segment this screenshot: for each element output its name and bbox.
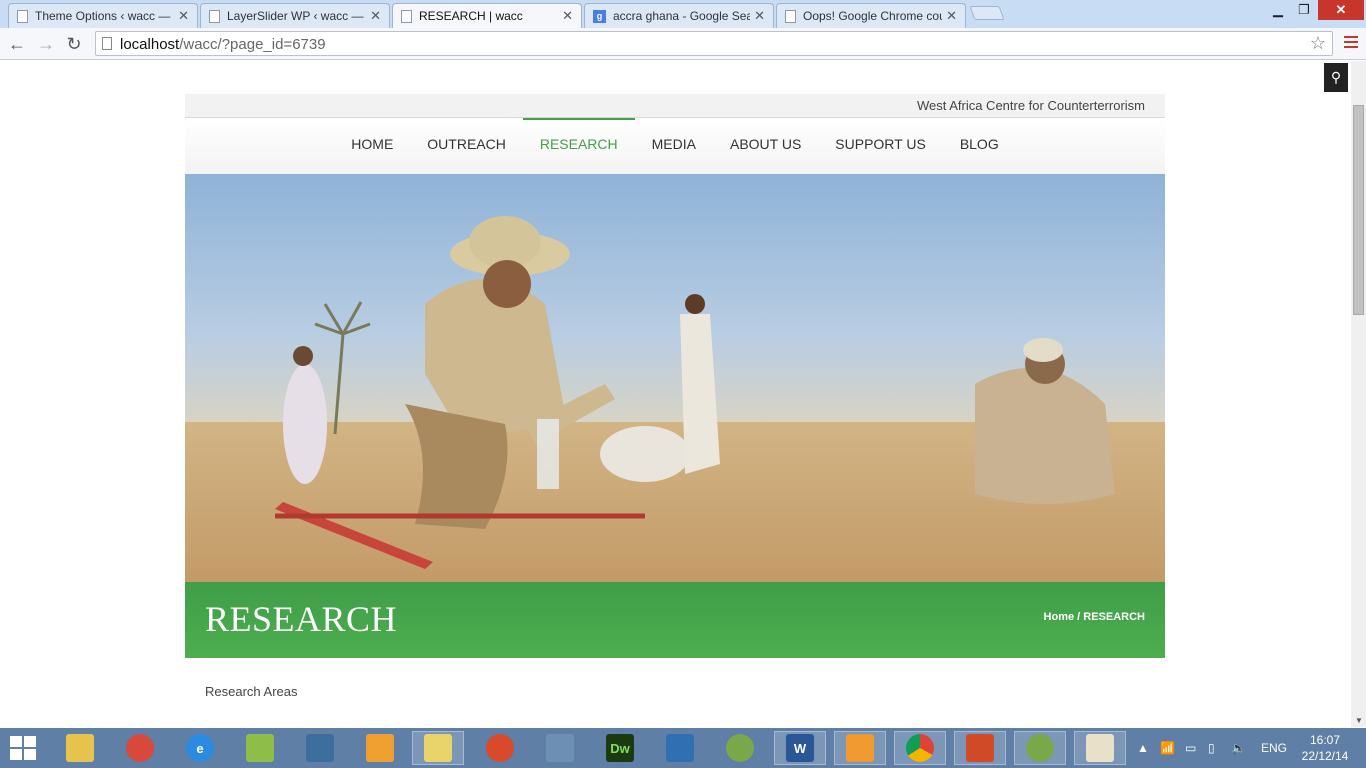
content-heading: Research Areas [205,684,298,699]
system-clock[interactable]: 16:07 22/12/14 [1296,732,1354,764]
search-icon[interactable]: ⚲ [1324,63,1348,92]
nav-outreach[interactable]: OUTREACH [410,118,523,174]
tab-title: Oops! Google Chrome cou [803,9,943,23]
breadcrumb[interactable]: Home / RESEARCH [1044,611,1145,623]
tab-title: accra ghana - Google Sear [613,9,751,23]
language-indicator[interactable]: ENG [1261,728,1287,768]
page-title-bar: RESEARCH Home / RESEARCH [185,582,1165,658]
avatar-app-icon[interactable] [354,731,406,765]
nav-support-us[interactable]: SUPPORT US [818,118,943,174]
site-wrapper: West Africa Centre for Counterterrorism … [185,94,1165,699]
url-path: /wacc/?page_id=6739 [179,36,326,53]
forward-icon[interactable]: → [35,33,57,55]
page-content: Research Areas [185,658,1165,699]
tab-layerslider[interactable]: LayerSlider WP ‹ wacc — V ✕ [200,3,390,28]
site-tagline: West Africa Centre for Counterterrorism [185,94,1165,118]
calculator-icon[interactable] [534,731,586,765]
url-text[interactable]: localhost/wacc/?page_id=6739 [120,36,326,53]
show-hidden-icons[interactable]: ▲ [1137,728,1149,768]
windows-start-icon[interactable] [10,736,38,760]
browser-tab-bar: Theme Options ‹ wacc — ✕ LayerSlider WP … [0,0,1366,28]
page-scrollbar[interactable]: ▼ [1351,61,1366,727]
nav-blog[interactable]: BLOG [943,118,1016,174]
hero-figures [275,216,1115,569]
page-icon [17,9,28,23]
page-icon [209,9,220,23]
close-tab-icon[interactable]: ✕ [754,8,765,24]
paint-camera-icon[interactable] [114,731,166,765]
android-studio-icon-2[interactable] [1014,731,1066,765]
minimize-button[interactable]: ▁ [1266,0,1290,20]
tab-title: Theme Options ‹ wacc — [35,9,171,23]
reload-icon[interactable]: ↻ [63,33,85,55]
page-viewport: West Africa Centre for Counterterrorism … [0,61,1351,727]
clock-time: 16:07 [1309,733,1341,747]
volume-icon[interactable]: 🔈 [1231,728,1246,768]
nav-home[interactable]: HOME [334,118,410,174]
dreamweaver-icon[interactable]: Dw [594,731,646,765]
hero-image [185,174,1165,582]
nav-research[interactable]: RESEARCH [522,118,635,174]
internet-explorer-icon[interactable]: e [174,731,226,765]
page-icon [102,37,112,50]
browser-toolbar: ← → ↻ localhost/wacc/?page_id=6739 ☆ [0,28,1366,60]
firefox-icon[interactable] [474,731,526,765]
network-icon[interactable]: 📶 [1160,728,1175,768]
page-title: RESEARCH [205,599,398,639]
bookmark-star-icon[interactable]: ☆ [1310,33,1326,54]
tab-google-search[interactable]: g accra ghana - Google Sear ✕ [584,3,774,28]
google-icon: g [593,9,606,23]
url-host: localhost [120,36,180,53]
android-studio-icon[interactable] [714,731,766,765]
folder-icon[interactable] [412,731,464,765]
nav-media[interactable]: MEDIA [635,118,713,174]
word-icon[interactable]: W [774,731,826,765]
chrome-menu-icon[interactable] [1344,36,1358,51]
dreamweaver-label: Dw [606,734,634,762]
clock-date: 22/12/14 [1301,749,1349,763]
box-app-icon[interactable] [654,731,706,765]
scrollbar-thumb[interactable] [1353,105,1364,315]
windows-taskbar: e Dw W ▲ 📶 ▭ ▯ 🔈 ENG 16:07 22/12/14 [0,728,1366,768]
page-icon [785,9,796,23]
scroll-down-icon[interactable]: ▼ [1355,716,1363,725]
tab-title: LayerSlider WP ‹ wacc — V [227,9,367,23]
restore-button[interactable]: ❐ [1292,0,1316,20]
close-tab-icon[interactable]: ✕ [946,8,957,24]
back-icon[interactable]: ← [6,33,28,55]
page-icon [401,9,412,23]
tab-oops-chrome[interactable]: Oops! Google Chrome cou ✕ [776,3,966,28]
photo-viewer-icon[interactable] [294,731,346,765]
address-bar[interactable]: localhost/wacc/?page_id=6739 ☆ [95,31,1333,56]
paint-icon[interactable] [1074,731,1126,765]
main-nav: HOME OUTREACH RESEARCH MEDIA ABOUT US SU… [185,118,1165,174]
media-player-icon[interactable] [834,731,886,765]
close-tab-icon[interactable]: ✕ [562,8,573,24]
close-tab-icon[interactable]: ✕ [370,8,381,24]
tab-theme-options[interactable]: Theme Options ‹ wacc — ✕ [8,3,198,28]
app-icon[interactable] [954,731,1006,765]
word-label: W [786,734,814,762]
close-tab-icon[interactable]: ✕ [178,8,189,24]
notepad-icon[interactable] [234,731,286,765]
new-tab-button[interactable] [969,6,1005,20]
file-explorer-icon[interactable] [54,731,106,765]
nav-about-us[interactable]: ABOUT US [713,118,818,174]
tab-title: RESEARCH | wacc [419,9,523,23]
action-center-icon[interactable]: ▭ [1185,728,1196,768]
chrome-icon[interactable] [894,731,946,765]
close-window-button[interactable]: ✕ [1318,0,1364,20]
tab-research[interactable]: RESEARCH | wacc ✕ [392,3,582,28]
battery-icon[interactable]: ▯ [1208,728,1215,768]
